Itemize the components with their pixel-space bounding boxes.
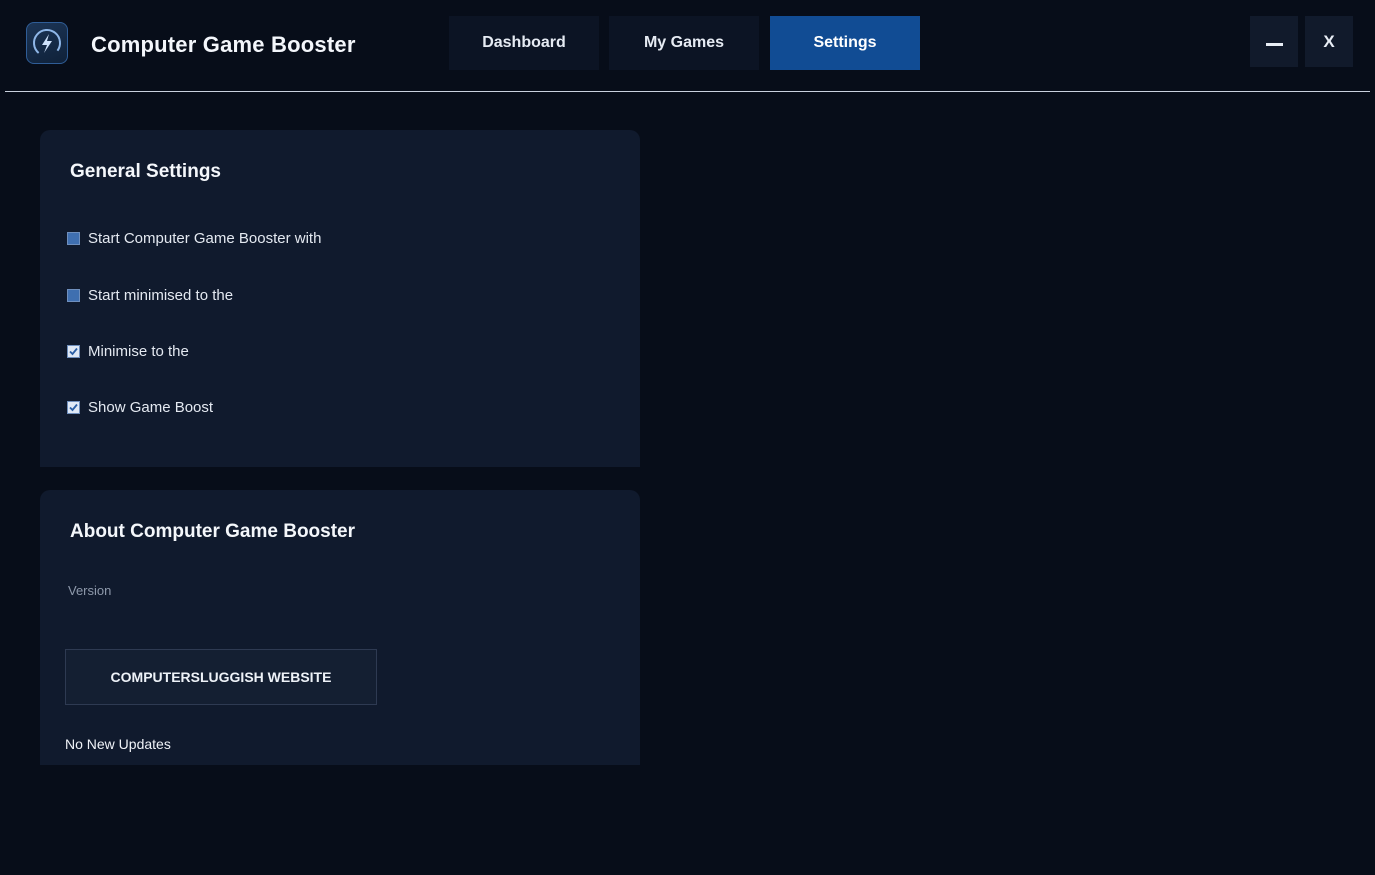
minimize-icon (1265, 43, 1283, 46)
about-card: About Computer Game Booster Version COMP… (40, 490, 640, 765)
tab-settings[interactable]: Settings (770, 16, 920, 70)
option-label: Start Computer Game Booster with (88, 230, 322, 247)
header-divider (5, 91, 1370, 92)
close-label: X (1323, 31, 1335, 51)
tab-my-games[interactable]: My Games (609, 16, 759, 70)
checkmark-icon (69, 347, 78, 356)
checkmark-icon (69, 403, 78, 412)
option-label: Minimise to the (88, 343, 189, 360)
option-minimise-to[interactable]: Minimise to the (67, 343, 189, 360)
checkbox-start-with[interactable] (67, 232, 80, 245)
speedometer-logo-icon (26, 22, 68, 64)
about-title: About Computer Game Booster (70, 521, 356, 542)
minimize-button[interactable] (1250, 16, 1298, 67)
checkbox-show-game-boost[interactable] (67, 401, 80, 414)
update-status: No New Updates (65, 736, 171, 752)
app-window: Computer Game Booster Dashboard My Games… (0, 0, 1375, 875)
close-button[interactable]: X (1305, 16, 1353, 67)
option-label: Start minimised to the (88, 287, 234, 304)
option-start-with-windows[interactable]: Start Computer Game Booster with (67, 230, 321, 247)
website-button[interactable]: COMPUTERSLUGGISH WEBSITE (65, 649, 377, 705)
version-label: Version (68, 583, 112, 598)
general-settings-card: General Settings Start Computer Game Boo… (40, 130, 640, 467)
option-label: Show Game Boost (88, 399, 214, 416)
checkbox-start-minimised[interactable] (67, 289, 80, 302)
option-start-minimised[interactable]: Start minimised to the (67, 287, 233, 304)
tab-dashboard[interactable]: Dashboard (449, 16, 599, 70)
app-title: Computer Game Booster (91, 32, 356, 57)
option-show-game-boost[interactable]: Show Game Boost (67, 399, 213, 416)
general-settings-title: General Settings (70, 161, 221, 182)
checkbox-minimise-to[interactable] (67, 345, 80, 358)
